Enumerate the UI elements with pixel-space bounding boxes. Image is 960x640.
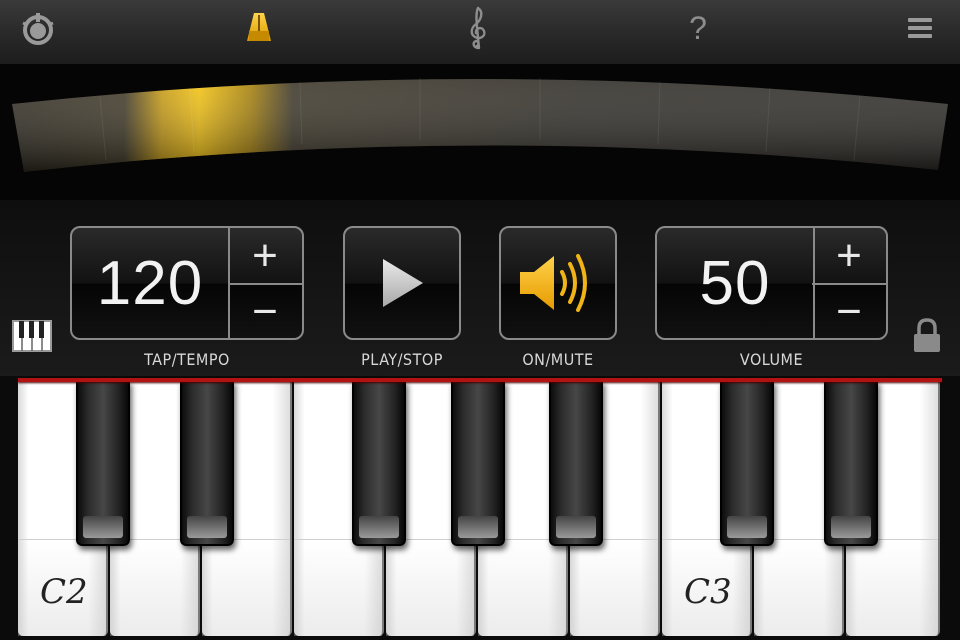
on-mute-label: ON/MUTE [522, 350, 594, 369]
black-key-c-sharp-3[interactable] [720, 380, 774, 546]
volume-control: 50 + − [655, 226, 888, 340]
treble-clef-icon[interactable] [462, 6, 494, 50]
tempo-decrease-button[interactable]: − [228, 284, 302, 338]
volume-label: VOLUME [739, 350, 804, 369]
black-key-d-sharp-3[interactable] [824, 380, 878, 546]
note-label-c3: C3 [684, 572, 732, 612]
black-key-a-sharp-2[interactable] [549, 380, 603, 546]
volume-increase-button[interactable]: + [812, 228, 886, 285]
menu-icon[interactable] [900, 10, 940, 46]
black-key-f-sharp-2[interactable] [352, 380, 406, 546]
on-mute-button[interactable] [499, 226, 617, 340]
tuner-icon[interactable] [18, 10, 58, 46]
help-icon[interactable]: ? [678, 10, 718, 46]
keyboard-icon[interactable] [12, 320, 52, 357]
lock-icon[interactable] [912, 318, 942, 359]
volume-decrease-button[interactable]: − [812, 284, 886, 338]
tempo-increase-button[interactable]: + [228, 228, 302, 285]
metronome-icon[interactable] [240, 10, 278, 46]
play-icon [345, 228, 459, 338]
control-panel: 120 + − 50 + − TAP/TEMPO PLAY/STOP ON/MU… [0, 200, 960, 380]
top-toolbar: ? [0, 0, 960, 65]
note-label-c2: C2 [40, 572, 88, 612]
keyboard-marker-line [18, 378, 942, 382]
tempo-control: 120 + − [70, 226, 304, 340]
tempo-label: TAP/TEMPO [144, 350, 230, 369]
tempo-value[interactable]: 120 [72, 228, 230, 338]
black-key-c-sharp-2[interactable] [76, 380, 130, 546]
black-key-g-sharp-2[interactable] [451, 380, 505, 546]
volume-value[interactable]: 50 [657, 228, 815, 338]
play-stop-label: PLAY/STOP [361, 350, 443, 369]
play-stop-button[interactable] [343, 226, 461, 340]
black-key-d-sharp-2[interactable] [180, 380, 234, 546]
piano-keyboard: C2 C3 [0, 376, 960, 640]
speaker-icon [501, 228, 615, 338]
